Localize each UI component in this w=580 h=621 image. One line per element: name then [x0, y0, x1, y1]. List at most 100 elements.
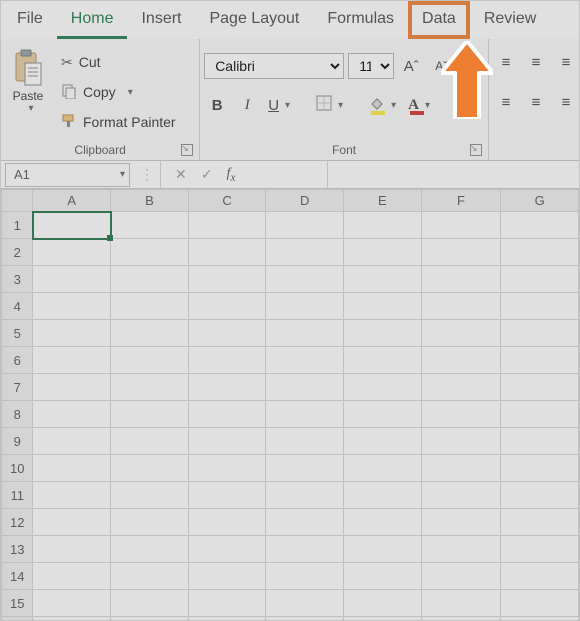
cell[interactable] — [501, 455, 579, 482]
align-bottom-button[interactable]: ≡ — [553, 49, 579, 75]
row-header-7[interactable]: 7 — [2, 374, 33, 401]
cell[interactable] — [344, 563, 422, 590]
select-all-corner[interactable] — [2, 190, 33, 212]
row-header-13[interactable]: 13 — [2, 536, 33, 563]
enter-formula-icon[interactable]: ✓ — [201, 166, 213, 183]
cell[interactable] — [188, 509, 266, 536]
cell[interactable] — [266, 455, 344, 482]
cell[interactable] — [344, 347, 422, 374]
row-header-4[interactable]: 4 — [2, 293, 33, 320]
font-name-select[interactable]: Calibri — [204, 53, 344, 79]
cell[interactable] — [421, 509, 501, 536]
col-header-e[interactable]: E — [344, 190, 422, 212]
underline-dropdown-icon[interactable]: ▾ — [285, 100, 290, 111]
cell[interactable] — [501, 374, 579, 401]
font-color-dropdown-icon[interactable]: ▾ — [425, 100, 430, 111]
cell[interactable] — [421, 347, 501, 374]
italic-button[interactable]: I — [234, 92, 260, 118]
cell[interactable] — [111, 320, 189, 347]
cell[interactable] — [111, 266, 189, 293]
col-header-f[interactable]: F — [421, 190, 501, 212]
cell[interactable] — [188, 401, 266, 428]
cell[interactable] — [188, 455, 266, 482]
cell[interactable] — [188, 293, 266, 320]
cell[interactable] — [421, 536, 501, 563]
paste-dropdown-icon[interactable]: ▾ — [28, 103, 33, 114]
cell[interactable] — [33, 455, 111, 482]
row-header-12[interactable]: 12 — [2, 509, 33, 536]
tab-insert[interactable]: Insert — [127, 1, 195, 39]
increase-font-button[interactable]: Aˆ — [398, 53, 424, 79]
cell[interactable] — [344, 266, 422, 293]
cell[interactable] — [111, 428, 189, 455]
row-header-1[interactable]: 1 — [2, 212, 33, 239]
cell[interactable] — [421, 239, 501, 266]
name-box-dropdown-icon[interactable]: ▾ — [120, 169, 125, 180]
cell[interactable] — [501, 401, 579, 428]
cell[interactable] — [188, 563, 266, 590]
cell[interactable] — [33, 266, 111, 293]
align-right-button[interactable]: ≡ — [553, 89, 579, 115]
cell[interactable] — [344, 590, 422, 617]
copy-button[interactable]: Copy ▾ — [57, 79, 180, 105]
tab-page-layout[interactable]: Page Layout — [195, 1, 313, 39]
cell[interactable] — [344, 293, 422, 320]
cell[interactable] — [111, 212, 189, 239]
cell[interactable] — [33, 293, 111, 320]
cell[interactable] — [421, 401, 501, 428]
cut-button[interactable]: ✂ Cut — [57, 49, 180, 75]
cell[interactable] — [266, 374, 344, 401]
copy-dropdown-icon[interactable]: ▾ — [128, 87, 133, 98]
cancel-formula-icon[interactable]: ✕ — [175, 166, 187, 183]
align-center-button[interactable]: ≡ — [523, 89, 549, 115]
row-header-16[interactable]: 16 — [2, 617, 33, 621]
row-header-5[interactable]: 5 — [2, 320, 33, 347]
fill-dropdown-icon[interactable]: ▾ — [391, 100, 396, 111]
cell[interactable] — [501, 239, 579, 266]
cell[interactable] — [501, 347, 579, 374]
cell[interactable] — [266, 266, 344, 293]
cell[interactable] — [33, 239, 111, 266]
cell[interactable] — [111, 455, 189, 482]
tab-review[interactable]: Review — [470, 1, 550, 39]
cell[interactable] — [501, 617, 579, 621]
formula-input[interactable] — [328, 161, 579, 188]
cell[interactable] — [188, 239, 266, 266]
row-header-8[interactable]: 8 — [2, 401, 33, 428]
cell[interactable] — [421, 563, 501, 590]
cell[interactable] — [33, 347, 111, 374]
row-header-9[interactable]: 9 — [2, 428, 33, 455]
row-header-11[interactable]: 11 — [2, 482, 33, 509]
tab-formulas[interactable]: Formulas — [313, 1, 408, 39]
font-size-select[interactable]: 11 — [348, 53, 394, 79]
cell[interactable] — [111, 509, 189, 536]
cell[interactable] — [421, 320, 501, 347]
cell[interactable] — [421, 428, 501, 455]
name-box[interactable]: A1 ▾ — [5, 163, 130, 187]
cell[interactable] — [421, 455, 501, 482]
tab-data[interactable]: Data — [408, 1, 470, 39]
cell[interactable] — [421, 266, 501, 293]
cell[interactable] — [266, 590, 344, 617]
cell[interactable] — [188, 347, 266, 374]
row-header-10[interactable]: 10 — [2, 455, 33, 482]
cell[interactable] — [188, 374, 266, 401]
tab-file[interactable]: File — [3, 1, 57, 39]
cell[interactable] — [344, 212, 422, 239]
align-top-button[interactable]: ≡ — [493, 49, 519, 75]
decrease-font-button[interactable]: Aˇ — [428, 53, 454, 79]
fx-icon[interactable]: fx — [226, 166, 235, 184]
cell[interactable] — [501, 266, 579, 293]
cell[interactable] — [501, 212, 579, 239]
cell[interactable] — [111, 482, 189, 509]
clipboard-dialog-launcher-icon[interactable] — [181, 144, 193, 156]
cell[interactable] — [344, 401, 422, 428]
font-color-button[interactable]: A ▾ — [404, 92, 434, 118]
cell[interactable] — [266, 482, 344, 509]
align-left-button[interactable]: ≡ — [493, 89, 519, 115]
cell[interactable] — [188, 590, 266, 617]
cell[interactable] — [501, 509, 579, 536]
cell[interactable] — [188, 617, 266, 621]
cell[interactable] — [501, 482, 579, 509]
cell[interactable] — [266, 509, 344, 536]
